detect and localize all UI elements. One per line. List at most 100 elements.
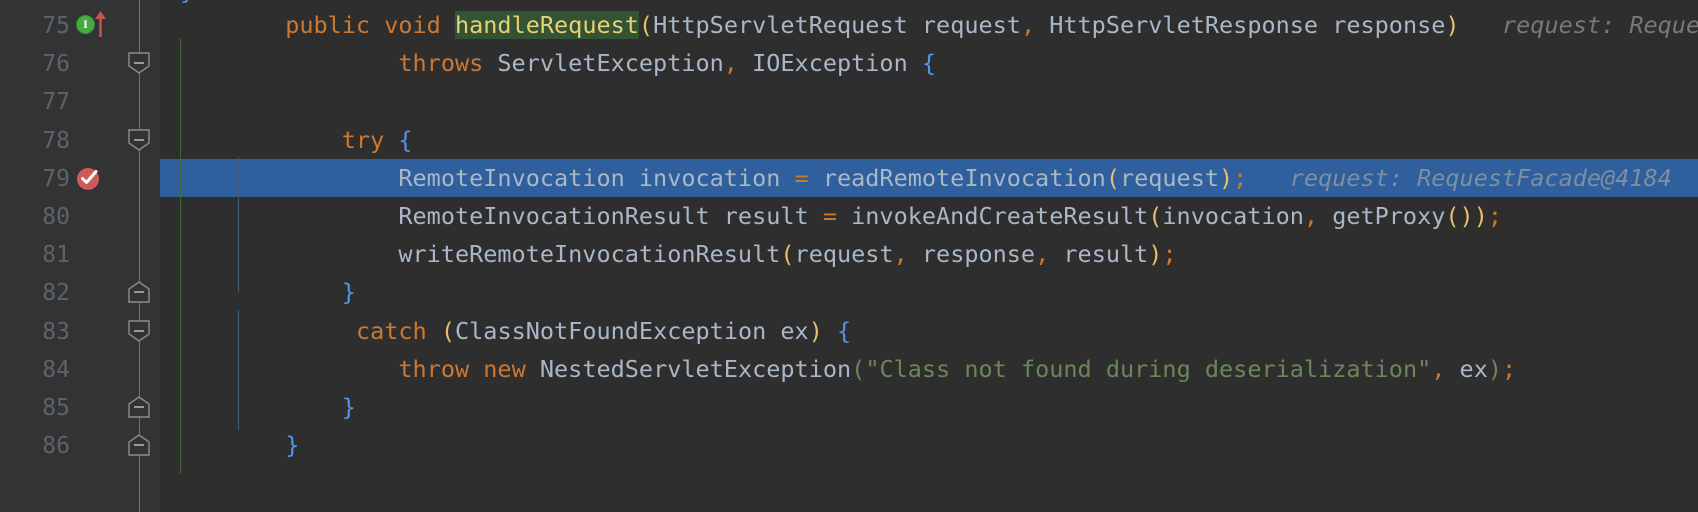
code-line[interactable]: throws ServletException, IOException {: [172, 44, 936, 82]
line-number: 83: [42, 318, 70, 345]
breakpoint-verified-icon[interactable]: [76, 166, 101, 191]
inline-parameter-hint: request: RequestFacade@4184: [1289, 163, 1672, 192]
code-token: (: [638, 11, 654, 39]
code-token: HttpServletResponse response: [1035, 11, 1446, 39]
code-token: (): [1445, 202, 1474, 230]
code-token: IOException: [737, 49, 922, 78]
code-token: }: [341, 393, 356, 421]
line-number: 79: [42, 165, 70, 192]
code-line[interactable]: public void handleRequest(HttpServletReq…: [172, 6, 1698, 44]
code-token: (: [440, 316, 455, 345]
code-text-layer[interactable]: public void handleRequest(HttpServletReq…: [160, 0, 1698, 512]
code-token: {: [921, 49, 937, 78]
line-number: 77: [42, 89, 70, 116]
code-token: ): [1487, 354, 1503, 383]
code-token: ;: [1162, 240, 1177, 269]
code-token: }: [285, 431, 300, 460]
indent-guide: [180, 38, 181, 474]
code-token: ): [1219, 163, 1234, 192]
code-token: {: [837, 316, 852, 345]
line-number: 78: [42, 127, 70, 154]
code-token: ,: [1303, 202, 1319, 230]
line-number: 81: [42, 242, 70, 269]
code-line[interactable]: }: [172, 388, 356, 426]
gutter-icon-cell[interactable]: [74, 159, 118, 197]
code-line[interactable]: RemoteInvocationResult result = invokeAn…: [172, 197, 1502, 235]
editor-gutter[interactable]: 75 76 77 78 79 80 81 82 83 84 85 86 I: [0, 0, 160, 512]
code-token: ex: [1445, 354, 1488, 383]
code-token: ,: [893, 240, 908, 269]
code-line[interactable]: try {: [172, 121, 413, 159]
fold-up-marker[interactable]: [127, 280, 151, 304]
line-number: 86: [42, 433, 70, 460]
code-token: "Class not found during deserialization": [865, 354, 1432, 383]
code-token: readRemoteInvocation: [808, 163, 1106, 192]
line-number: 82: [42, 280, 70, 307]
fold-up-marker[interactable]: [127, 433, 151, 457]
code-line[interactable]: }: [172, 273, 356, 311]
code-token: new: [483, 354, 526, 383]
line-number: 80: [42, 204, 70, 230]
code-token: ;: [1487, 202, 1502, 230]
gutter-icon-cell[interactable]: I: [74, 6, 118, 44]
code-token: {: [398, 125, 413, 154]
override-arrow-icon[interactable]: [93, 8, 109, 38]
code-token: getProxy: [1318, 202, 1446, 230]
code-token: ,: [723, 49, 738, 78]
fold-down-marker[interactable]: [127, 128, 151, 152]
code-token: request: [1119, 163, 1220, 192]
fold-down-marker[interactable]: [127, 51, 151, 75]
code-editor-viewport[interactable]: } public void handleRequest(HttpServletR…: [0, 0, 1698, 512]
code-token: try: [341, 125, 385, 154]
code-token: ClassNotFoundException ex: [455, 316, 809, 345]
code-token: public: [285, 11, 371, 39]
code-token: NestedServletException: [525, 354, 852, 383]
fold-up-marker[interactable]: [127, 395, 151, 419]
code-token: ): [1148, 240, 1163, 269]
code-token: ;: [1233, 163, 1248, 192]
code-token: }: [341, 278, 356, 307]
line-number: 84: [42, 356, 70, 383]
code-token: catch: [355, 316, 427, 345]
code-token: invokeAndCreateResult: [836, 202, 1149, 230]
code-line[interactable]: writeRemoteInvocationResult(request, res…: [172, 235, 1177, 273]
code-line[interactable]: throw new NestedServletException("Class …: [172, 350, 1516, 388]
code-token: ,: [1035, 240, 1050, 269]
code-token: =: [794, 163, 809, 192]
code-token: result: [1049, 240, 1149, 269]
inline-parameter-hint: request: RequestFaca: [1502, 11, 1698, 39]
code-token: ;: [1502, 354, 1517, 383]
code-token: RemoteInvocationResult result: [398, 202, 823, 230]
code-token: response: [907, 240, 1036, 269]
code-line[interactable]: }: [172, 426, 299, 464]
code-line[interactable]: RemoteInvocation invocation = readRemote…: [172, 159, 1672, 197]
line-number: 76: [42, 51, 70, 78]
code-token: HttpServletRequest request: [653, 11, 1021, 39]
code-token: throw: [398, 354, 470, 383]
code-token: void: [384, 11, 441, 39]
code-token: ): [1445, 11, 1460, 39]
code-token: (: [851, 354, 866, 383]
code-token: writeRemoteInvocationResult: [398, 240, 781, 269]
code-token: (: [780, 240, 795, 269]
line-number: 75: [42, 13, 70, 39]
code-token: ,: [1431, 354, 1446, 383]
code-line[interactable]: catch (ClassNotFoundException ex) {: [172, 312, 851, 350]
fold-marker-column[interactable]: [118, 0, 160, 512]
code-token: ): [808, 316, 823, 345]
fold-down-marker[interactable]: [127, 319, 151, 343]
